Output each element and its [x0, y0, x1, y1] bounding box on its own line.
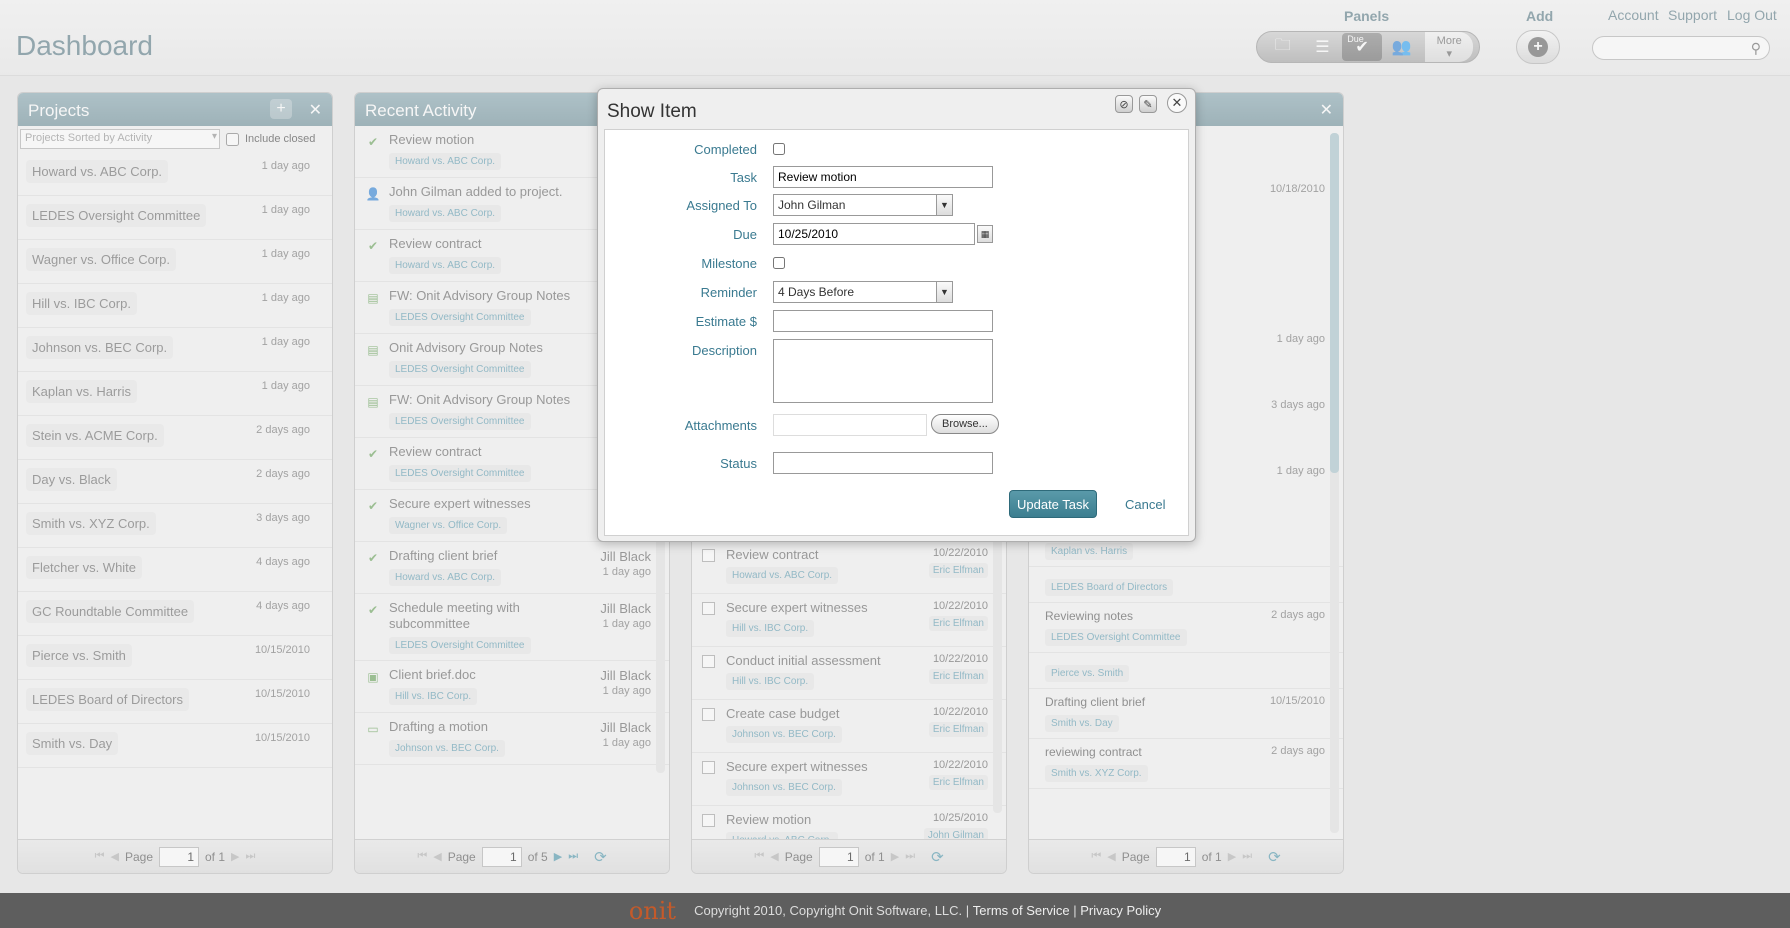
- milestone-label: Milestone: [701, 256, 757, 271]
- close-icon[interactable]: ✕: [1167, 93, 1187, 113]
- dialog-form: Completed Task Assigned To John Gilman▼ …: [604, 129, 1189, 536]
- task-input[interactable]: [773, 166, 993, 188]
- privacy-link[interactable]: Privacy Policy: [1080, 903, 1161, 918]
- dialog-title: Show Item: [607, 101, 697, 122]
- due-label: Due: [733, 227, 757, 242]
- estimate-input[interactable]: [773, 310, 993, 332]
- assigned-to-label: Assigned To: [686, 198, 757, 213]
- status-input[interactable]: [773, 452, 993, 474]
- show-item-dialog: Show Item ⊘ ✎ ✕ Completed Task Assigned …: [597, 88, 1196, 542]
- estimate-label: Estimate $: [695, 314, 757, 329]
- reminder-label: Reminder: [700, 285, 757, 300]
- cancel-edit-icon[interactable]: ⊘: [1115, 95, 1133, 113]
- attachment-file-input[interactable]: [773, 414, 927, 436]
- chevron-down-icon: ▼: [936, 282, 952, 302]
- status-label: Status: [720, 456, 757, 471]
- calendar-icon[interactable]: ▦: [977, 225, 993, 243]
- description-label: Description: [691, 343, 757, 358]
- cancel-button[interactable]: Cancel: [1125, 497, 1165, 512]
- browse-button[interactable]: Browse...: [931, 414, 999, 434]
- attachments-label: Attachments: [684, 418, 757, 433]
- edit-icon[interactable]: ✎: [1139, 95, 1157, 113]
- milestone-checkbox[interactable]: [773, 257, 785, 269]
- due-date-input[interactable]: [773, 223, 975, 245]
- chevron-down-icon: ▼: [936, 195, 952, 215]
- task-label: Task: [730, 170, 757, 185]
- completed-checkbox[interactable]: [773, 143, 785, 155]
- terms-link[interactable]: Terms of Service: [973, 903, 1070, 918]
- copyright-text: Copyright 2010, Copyright Onit Software,…: [694, 903, 970, 918]
- reminder-select[interactable]: 4 Days Before ▼: [773, 281, 953, 303]
- footer: onit Copyright 2010, Copyright Onit Soft…: [0, 893, 1790, 928]
- description-textarea[interactable]: [773, 339, 993, 403]
- onit-logo: onit: [628, 896, 677, 925]
- update-task-button[interactable]: Update Task: [1009, 490, 1097, 518]
- assigned-to-select[interactable]: John Gilman ▼: [773, 194, 953, 216]
- footer-separator: |: [1073, 903, 1077, 918]
- completed-label: Completed: [694, 142, 757, 157]
